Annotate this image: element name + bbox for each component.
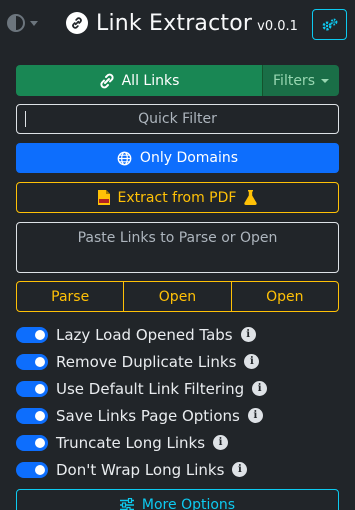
settings-button[interactable] bbox=[312, 9, 347, 40]
option-save-page-options: Save Links Page Options i bbox=[16, 402, 339, 429]
info-icon[interactable]: i bbox=[244, 354, 260, 369]
option-truncate-links: Truncate Long Links i bbox=[16, 429, 339, 456]
header: Link Extractor v0.0.1 bbox=[0, 0, 355, 48]
info-icon[interactable]: i bbox=[232, 462, 248, 477]
option-no-wrap: Don't Wrap Long Links i bbox=[16, 456, 339, 483]
all-links-button[interactable]: All Links bbox=[16, 65, 263, 96]
info-icon[interactable]: i bbox=[213, 435, 229, 450]
option-default-filtering: Use Default Link Filtering i bbox=[16, 375, 339, 402]
globe-icon bbox=[117, 151, 132, 165]
info-icon[interactable]: i bbox=[240, 327, 256, 342]
lazy-load-switch[interactable] bbox=[16, 326, 48, 343]
app-title: Link Extractor bbox=[96, 10, 253, 36]
brand: Link Extractor v0.0.1 bbox=[66, 9, 298, 37]
more-options-label: More Options bbox=[141, 497, 236, 510]
open-button-2[interactable]: Open bbox=[230, 282, 338, 311]
filters-label: Filters bbox=[273, 72, 315, 89]
chevron-down-icon bbox=[30, 20, 38, 26]
flask-icon bbox=[244, 190, 258, 205]
gears-icon bbox=[322, 18, 337, 30]
option-lazy-load: Lazy Load Opened Tabs i bbox=[16, 321, 339, 348]
app-version: v0.0.1 bbox=[257, 18, 298, 34]
no-wrap-switch[interactable] bbox=[16, 461, 48, 478]
default-filtering-label: Use Default Link Filtering bbox=[56, 379, 245, 398]
truncate-links-label: Truncate Long Links bbox=[56, 433, 206, 452]
more-options-button[interactable]: More Options bbox=[16, 489, 339, 510]
save-page-options-switch[interactable] bbox=[16, 407, 48, 424]
link-logo-icon bbox=[66, 12, 88, 34]
all-links-label: All Links bbox=[121, 72, 180, 89]
default-filtering-switch[interactable] bbox=[16, 380, 48, 397]
only-domains-button[interactable]: Only Domains bbox=[16, 143, 339, 173]
open-button[interactable]: Open bbox=[123, 282, 230, 311]
extract-pdf-button[interactable]: Extract from PDF bbox=[16, 182, 339, 213]
all-links-group: All Links Filters bbox=[16, 65, 339, 96]
theme-toggle[interactable] bbox=[7, 13, 47, 33]
no-wrap-label: Don't Wrap Long Links bbox=[56, 460, 225, 479]
text-cursor bbox=[25, 111, 26, 127]
option-remove-duplicates: Remove Duplicate Links i bbox=[16, 348, 339, 375]
quick-filter-input[interactable] bbox=[16, 104, 339, 134]
link-icon bbox=[100, 73, 114, 88]
parse-button[interactable]: Parse bbox=[17, 282, 123, 311]
filters-dropdown[interactable]: Filters bbox=[263, 65, 339, 96]
extract-pdf-label: Extract from PDF bbox=[117, 189, 237, 206]
parse-open-group: Parse Open Open bbox=[16, 281, 339, 312]
truncate-links-switch[interactable] bbox=[16, 434, 48, 451]
caret-down-icon bbox=[320, 78, 329, 83]
parse-links-textarea[interactable] bbox=[16, 222, 339, 273]
options-list: Lazy Load Opened Tabs i Remove Duplicate… bbox=[16, 321, 339, 483]
only-domains-label: Only Domains bbox=[139, 150, 239, 166]
remove-duplicates-label: Remove Duplicate Links bbox=[56, 352, 237, 371]
contrast-icon bbox=[7, 14, 25, 32]
remove-duplicates-switch[interactable] bbox=[16, 353, 48, 370]
save-page-options-label: Save Links Page Options bbox=[56, 406, 240, 425]
sliders-icon bbox=[119, 498, 134, 510]
info-icon[interactable]: i bbox=[252, 381, 268, 396]
info-icon[interactable]: i bbox=[247, 408, 263, 423]
lazy-load-label: Lazy Load Opened Tabs bbox=[56, 325, 233, 344]
file-pdf-icon bbox=[97, 190, 110, 205]
